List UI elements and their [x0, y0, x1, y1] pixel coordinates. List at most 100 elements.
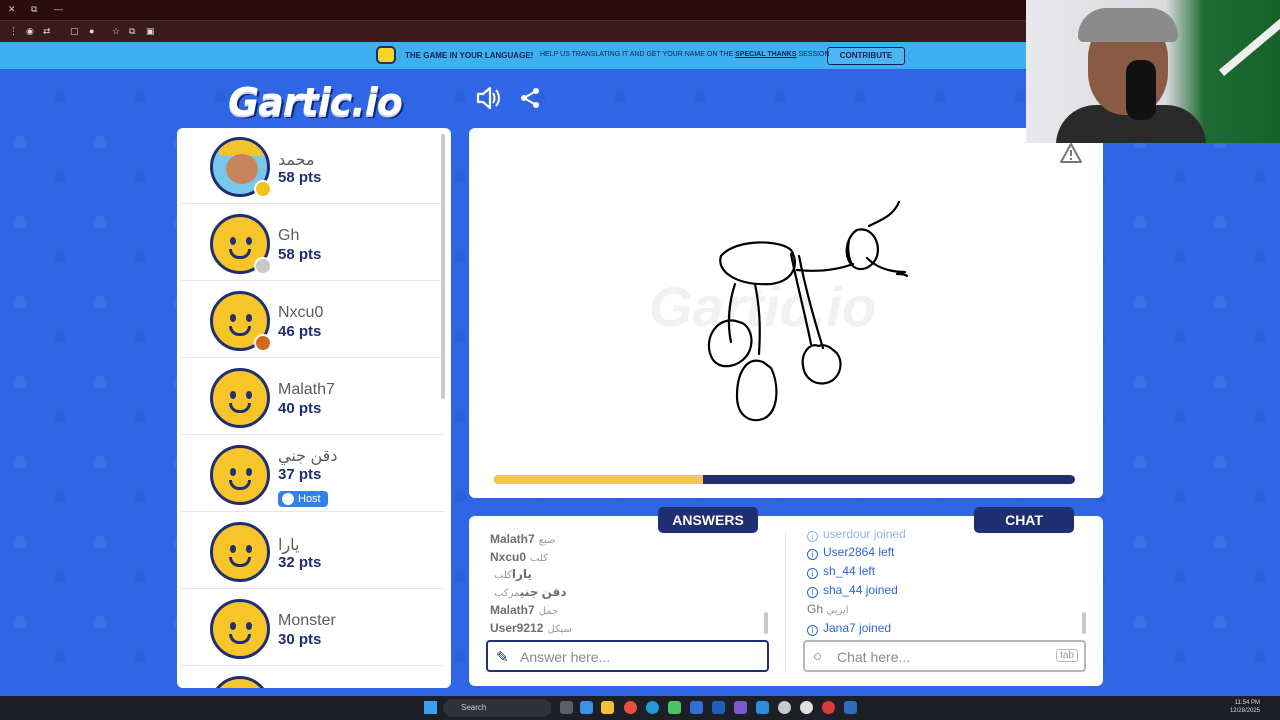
player-name: يارا [278, 537, 300, 554]
answer-item: دقن جنيمركب [494, 585, 567, 599]
info-icon: i [807, 568, 818, 579]
player-points: 30 pts [278, 631, 322, 648]
taskbar-search[interactable]: Search [443, 699, 551, 717]
player-row[interactable]: Nxcu0 46 pts [180, 282, 445, 358]
tab-key-hint: tab [1056, 649, 1078, 662]
answer-placeholder: Answer here... [520, 649, 611, 665]
screenshot-icon[interactable]: ⧉ [129, 26, 135, 37]
answer-item: Malath7 جمل [490, 603, 559, 617]
restore-window-icon[interactable]: ⧉ [31, 4, 37, 15]
chat-message: i userdour joined [807, 527, 906, 542]
chat-message: i sh_44 left [807, 564, 875, 579]
player-drawing [707, 200, 909, 422]
gartic-logo[interactable]: Gartic.io [228, 80, 403, 124]
windows-taskbar: Search 11:54 PM 12/28/2025 [0, 696, 1280, 720]
banner-subtitle: HELP US TRANSLATING IT AND GET YOUR NAME… [540, 51, 830, 58]
status-badge [254, 334, 272, 352]
pencil-icon: ✎ [496, 649, 509, 666]
answer-item: Nxcu0 كلب [490, 550, 548, 564]
mail-icon[interactable] [690, 701, 703, 714]
record-icon[interactable]: ● [89, 26, 94, 36]
chat-message: i User2864 left [807, 545, 894, 560]
round-timer-bar [494, 475, 1075, 484]
timer-fill [494, 475, 704, 484]
player-row[interactable]: Monster 30 pts [180, 590, 445, 666]
player-row[interactable]: محمد 58 pts [180, 128, 445, 204]
store-icon[interactable] [668, 701, 681, 714]
panel-divider [785, 532, 786, 672]
players-list: محمد 58 pts Gh 58 pts Nxcu0 46 pts Malat… [177, 128, 451, 688]
chat-message: i sha_44 joined [807, 583, 898, 598]
steam-icon[interactable] [844, 701, 857, 714]
chat-message: i Jana7 joined [807, 621, 891, 636]
answers-scrollbar[interactable] [764, 612, 768, 634]
status-badge [254, 180, 272, 198]
close-window-icon[interactable]: ✕ [8, 4, 16, 15]
players-scrollbar[interactable] [441, 134, 445, 399]
app-icon[interactable] [712, 701, 725, 714]
avatar [210, 676, 270, 688]
banner-title: THE GAME IN YOUR LANGUAGE! [405, 51, 534, 60]
drawing-canvas[interactable]: Gartic.io [469, 128, 1103, 498]
cast-icon[interactable]: ▢ [70, 26, 79, 37]
player-row[interactable]: دقن جني 37 pts Host [180, 436, 445, 512]
chat-message: Gh ايزيي [807, 602, 849, 616]
webcam-overlay [1026, 0, 1280, 143]
discord-icon[interactable] [734, 701, 747, 714]
share-icon[interactable] [518, 86, 542, 116]
tab-answers[interactable]: ANSWERS [658, 507, 758, 533]
player-name: Monster [278, 612, 336, 629]
avatar [210, 599, 270, 659]
answer-item: Malath7 ضبع [490, 532, 556, 546]
player-name: Gh [278, 227, 300, 244]
translate-icon [376, 46, 396, 64]
volume-icon[interactable] [475, 86, 501, 116]
file-explorer-icon[interactable] [601, 701, 614, 714]
player-name: Nxcu0 [278, 304, 324, 321]
edge-icon[interactable] [646, 701, 659, 714]
contribute-button[interactable]: CONTRIBUTE [827, 47, 905, 65]
puzzle-icon[interactable]: ▣ [146, 26, 155, 37]
star-icon[interactable]: ☆ [112, 26, 120, 37]
host-icon [282, 493, 294, 505]
host-badge: Host [278, 491, 328, 507]
info-icon: i [807, 549, 818, 560]
player-points: 58 pts [278, 246, 322, 263]
player-points: 32 pts [278, 554, 322, 571]
chat-scrollbar[interactable] [1082, 612, 1086, 634]
player-points: 46 pts [278, 323, 322, 340]
player-name: دقن جني [278, 448, 338, 465]
report-warning-icon[interactable] [1059, 142, 1083, 170]
tab-chat[interactable]: CHAT [974, 507, 1074, 533]
app2-icon[interactable] [756, 701, 769, 714]
chat-input[interactable]: ○ Chat here... tab [803, 640, 1086, 672]
player-row[interactable]: Gh 58 pts [180, 205, 445, 281]
answer-input[interactable]: ✎ Answer here... [486, 640, 769, 672]
avatar [210, 522, 270, 582]
chrome-icon[interactable] [624, 701, 637, 714]
player-row[interactable] [180, 667, 445, 688]
taskbar-clock[interactable]: 11:54 PM 12/28/2025 [1226, 699, 1260, 715]
info-icon: i [807, 531, 818, 542]
player-row[interactable]: يارا 32 pts [180, 513, 445, 589]
answer-item: User9212 سيكل [490, 621, 572, 635]
obs-icon[interactable] [800, 701, 813, 714]
windows-start-icon[interactable] [424, 701, 437, 714]
avatar [210, 368, 270, 428]
chat-placeholder: Chat here... [837, 649, 911, 665]
chrome2-icon[interactable] [822, 701, 835, 714]
chat-bubble-icon: ○ [813, 648, 823, 665]
minimize-window-icon[interactable]: — [54, 4, 63, 14]
task-view-icon[interactable] [560, 701, 573, 714]
special-thanks-link[interactable]: SPECIAL THANKS [735, 51, 796, 58]
menu-icon[interactable]: ⋮ [9, 26, 18, 37]
settings-icon[interactable] [778, 701, 791, 714]
extension-icon[interactable]: ⇄ [43, 26, 51, 37]
avatar [210, 445, 270, 505]
widgets-icon[interactable] [580, 701, 593, 714]
player-points: 40 pts [278, 400, 322, 417]
shield-icon[interactable]: ◉ [26, 26, 34, 37]
status-badge [254, 257, 272, 275]
player-row[interactable]: Malath7 40 pts [180, 359, 445, 435]
player-points: 58 pts [278, 169, 322, 186]
